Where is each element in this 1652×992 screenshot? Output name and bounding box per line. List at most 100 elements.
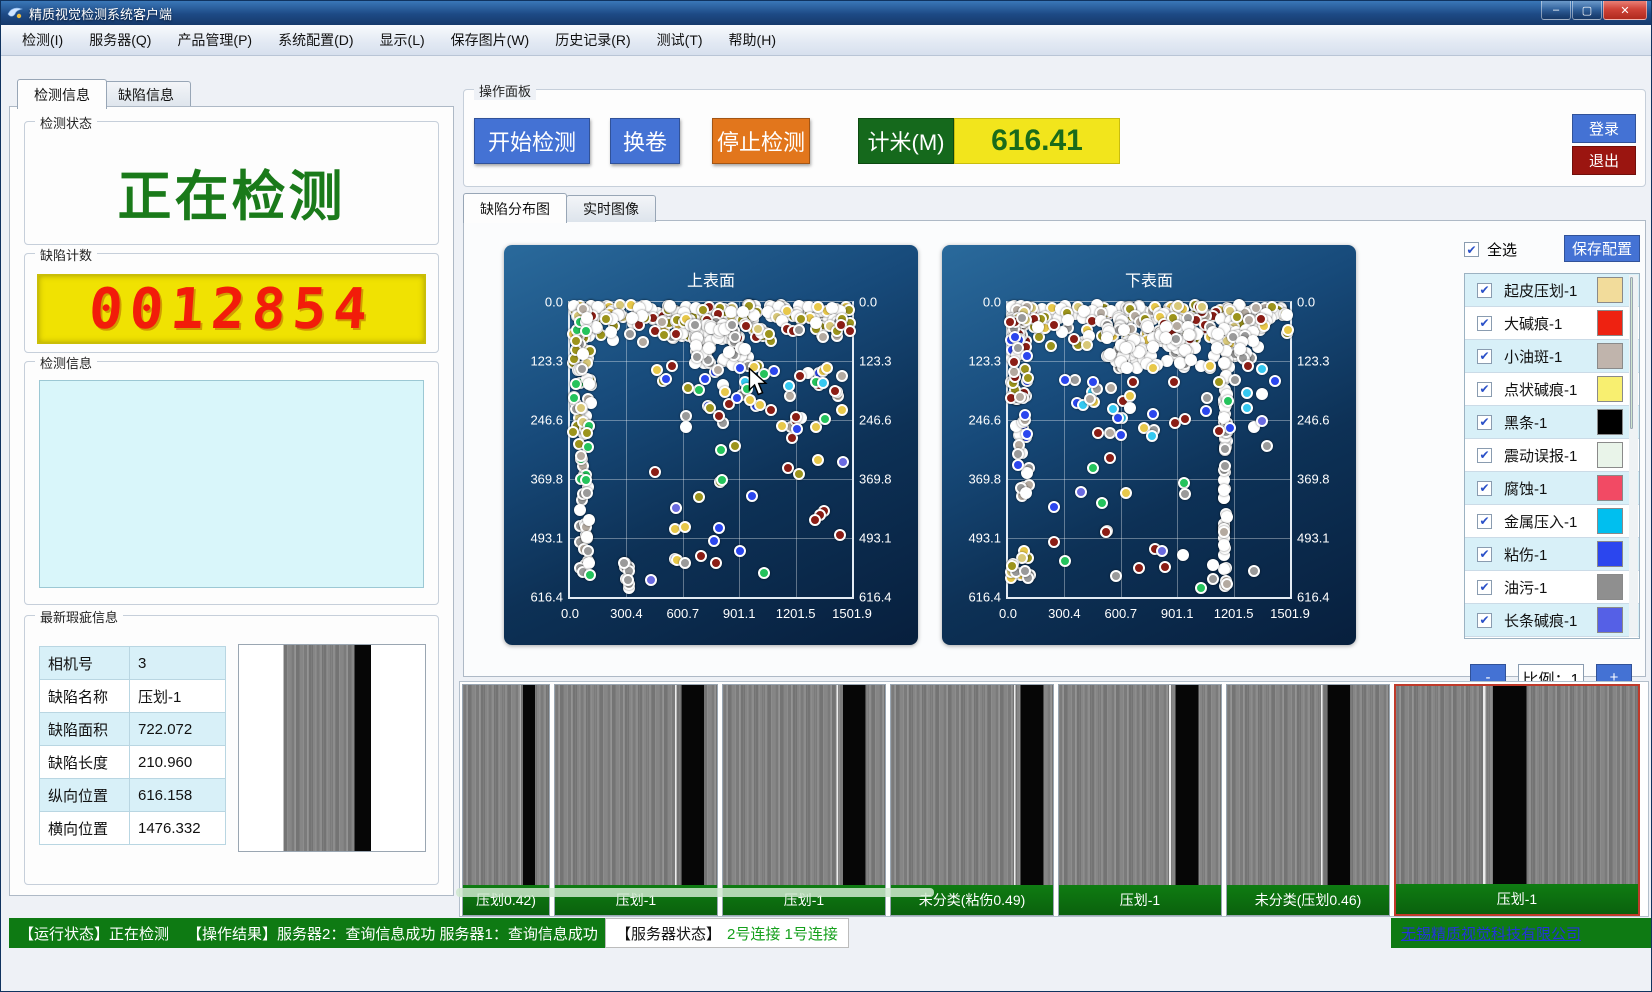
legend-item-checkbox[interactable]: ✔ [1477, 580, 1492, 595]
defect-thumbnail[interactable]: 压划-1 [722, 684, 886, 916]
defect-dot [658, 329, 670, 341]
defect-thumbnail[interactable]: 压划-1 [554, 684, 718, 916]
legend-item-checkbox[interactable]: ✔ [1477, 481, 1492, 496]
defect-dot [1120, 487, 1132, 499]
defect-dot [570, 335, 582, 347]
defect-thumbnail-image [891, 685, 1053, 885]
defect-dot [763, 328, 775, 340]
x-tick-label: 1201.5 [776, 606, 816, 621]
legend-item[interactable]: ✔震动误报-1 [1465, 439, 1639, 472]
legend-item-checkbox[interactable]: ✔ [1477, 382, 1492, 397]
defect-thumbnail[interactable]: 未分类(粘伤0.49) [890, 684, 1054, 916]
legend-item-checkbox[interactable]: ✔ [1477, 514, 1492, 529]
legend-item[interactable]: ✔腐蚀-1 [1465, 472, 1639, 505]
chart-upper-surface[interactable]: 上表面0.00.0123.3123.3246.6246.6369.8369.84… [504, 245, 918, 645]
defect-dot [793, 468, 805, 480]
defect-dot [1059, 374, 1071, 386]
maximize-button[interactable]: ▢ [1572, 1, 1602, 20]
legend-item-checkbox[interactable]: ✔ [1477, 613, 1492, 628]
title-bar[interactable]: 精质视觉检测系统客户端 – ▢ ✕ [1, 1, 1651, 25]
defect-dot [581, 312, 593, 324]
close-button[interactable]: ✕ [1603, 1, 1647, 20]
defect-dot [580, 474, 592, 486]
select-all-checkbox[interactable]: ✔ [1464, 242, 1479, 257]
login-button[interactable]: 登录 [1572, 114, 1636, 143]
legend-item[interactable]: ✔金属压入-1 [1465, 505, 1639, 538]
defect-dot [693, 491, 705, 503]
legend-item-checkbox[interactable]: ✔ [1477, 415, 1492, 430]
detect-info-box[interactable] [39, 380, 424, 588]
legend-item-checkbox[interactable]: ✔ [1477, 547, 1492, 562]
legend-scrollbar-thumb[interactable] [1630, 277, 1633, 429]
menu-item[interactable]: 系统配置(D) [265, 25, 366, 55]
tab-defect-map[interactable]: 缺陷分布图 [463, 193, 567, 223]
y-tick-label-right: 493.1 [852, 531, 892, 546]
legend-item-checkbox[interactable]: ✔ [1477, 283, 1492, 298]
defect-thumbnail[interactable]: 压划0.42) [462, 684, 550, 916]
defect-dot [581, 531, 593, 543]
detect-status-value: 正在检测 [25, 152, 438, 231]
defect-dot [1014, 391, 1026, 403]
defect-dot [1218, 563, 1230, 575]
menu-item[interactable]: 测试(T) [644, 25, 716, 55]
legend-item[interactable]: ✔大碱痕-1 [1465, 307, 1639, 340]
tab-defect-info-label: 缺陷信息 [118, 85, 174, 105]
legend-item[interactable]: ✔黑条-1 [1465, 406, 1639, 439]
y-tick-label-right: 369.8 [1290, 472, 1330, 487]
x-tick-label: 1501.9 [1270, 606, 1310, 621]
table-key: 缺陷面积 [40, 713, 130, 746]
legend-item[interactable]: ✔ 粘伤-1 [1465, 538, 1639, 571]
legend-item-label: 粘伤-1 [1504, 544, 1547, 565]
defect-dot [1242, 360, 1254, 372]
legend-item[interactable]: ✔点状碱痕-1 [1465, 373, 1639, 406]
tab-detect-info[interactable]: 检测信息 [17, 79, 107, 109]
legend-item-checkbox[interactable]: ✔ [1477, 316, 1492, 331]
defect-dot [1019, 409, 1031, 421]
defect-dot [1201, 392, 1213, 404]
legend-item[interactable]: ✔长条碱痕-1 [1465, 604, 1639, 637]
tab-defect-info[interactable]: 缺陷信息 [101, 81, 191, 108]
menu-item[interactable]: 历史记录(R) [542, 25, 643, 55]
menu-item[interactable]: 帮助(H) [716, 25, 789, 55]
defect-dot [583, 378, 595, 390]
legend-item-checkbox[interactable]: ✔ [1477, 349, 1492, 364]
legend-item[interactable]: ✔油污-1 [1465, 571, 1639, 604]
stop-detect-button[interactable]: 停止检测 [712, 118, 810, 164]
defect-dot [817, 331, 829, 343]
status-run-state: 【运行状态】正在检测 [9, 918, 179, 948]
table-row: 相机号3 [40, 647, 226, 680]
window-title: 精质视觉检测系统客户端 [29, 4, 172, 23]
menu-item[interactable]: 显示(L) [367, 25, 438, 55]
defect-dot [791, 423, 803, 435]
defect-dot [1021, 350, 1033, 362]
change-roll-button[interactable]: 换卷 [610, 118, 680, 164]
defect-dot [734, 545, 746, 557]
logout-button[interactable]: 退出 [1572, 146, 1636, 175]
save-config-button[interactable]: 保存配置 [1564, 235, 1640, 262]
defect-dot [1229, 374, 1241, 386]
legend-item-checkbox[interactable]: ✔ [1477, 448, 1492, 463]
defect-thumbnail[interactable]: 压划-1 [1058, 684, 1222, 916]
legend-scrollbar[interactable] [1629, 275, 1638, 637]
defect-dot [758, 567, 770, 579]
defect-dot [580, 325, 592, 337]
company-link[interactable]: 无锡精质视觉科技有限公司 [1401, 923, 1581, 944]
legend-color-swatch [1597, 409, 1623, 435]
start-detect-button[interactable]: 开始检测 [474, 118, 590, 164]
defect-dot [1195, 582, 1207, 594]
table-value: 722.072 [130, 713, 226, 746]
menu-item[interactable]: 检测(I) [9, 25, 76, 55]
tab-live-image[interactable]: 实时图像 [566, 195, 656, 222]
menu-item[interactable]: 服务器(Q) [76, 25, 164, 55]
defect-thumbnail-image [555, 685, 717, 885]
legend-item[interactable]: ✔起皮压划-1 [1465, 274, 1639, 307]
minimize-button[interactable]: – [1541, 1, 1571, 20]
menu-item[interactable]: 保存图片(W) [438, 25, 543, 55]
legend-item[interactable]: ✔小油斑-1 [1465, 340, 1639, 373]
menu-item[interactable]: 产品管理(P) [164, 25, 265, 55]
defect-dot [1032, 321, 1044, 333]
thumbnail-scrollbar-thumb[interactable] [456, 888, 934, 897]
chart-lower-surface[interactable]: 下表面0.00.0123.3123.3246.6246.6369.8369.84… [942, 245, 1356, 645]
defect-thumbnail-selected[interactable]: 压划-1 [1394, 684, 1640, 916]
defect-thumbnail[interactable]: 未分类(压划0.46) [1226, 684, 1390, 916]
